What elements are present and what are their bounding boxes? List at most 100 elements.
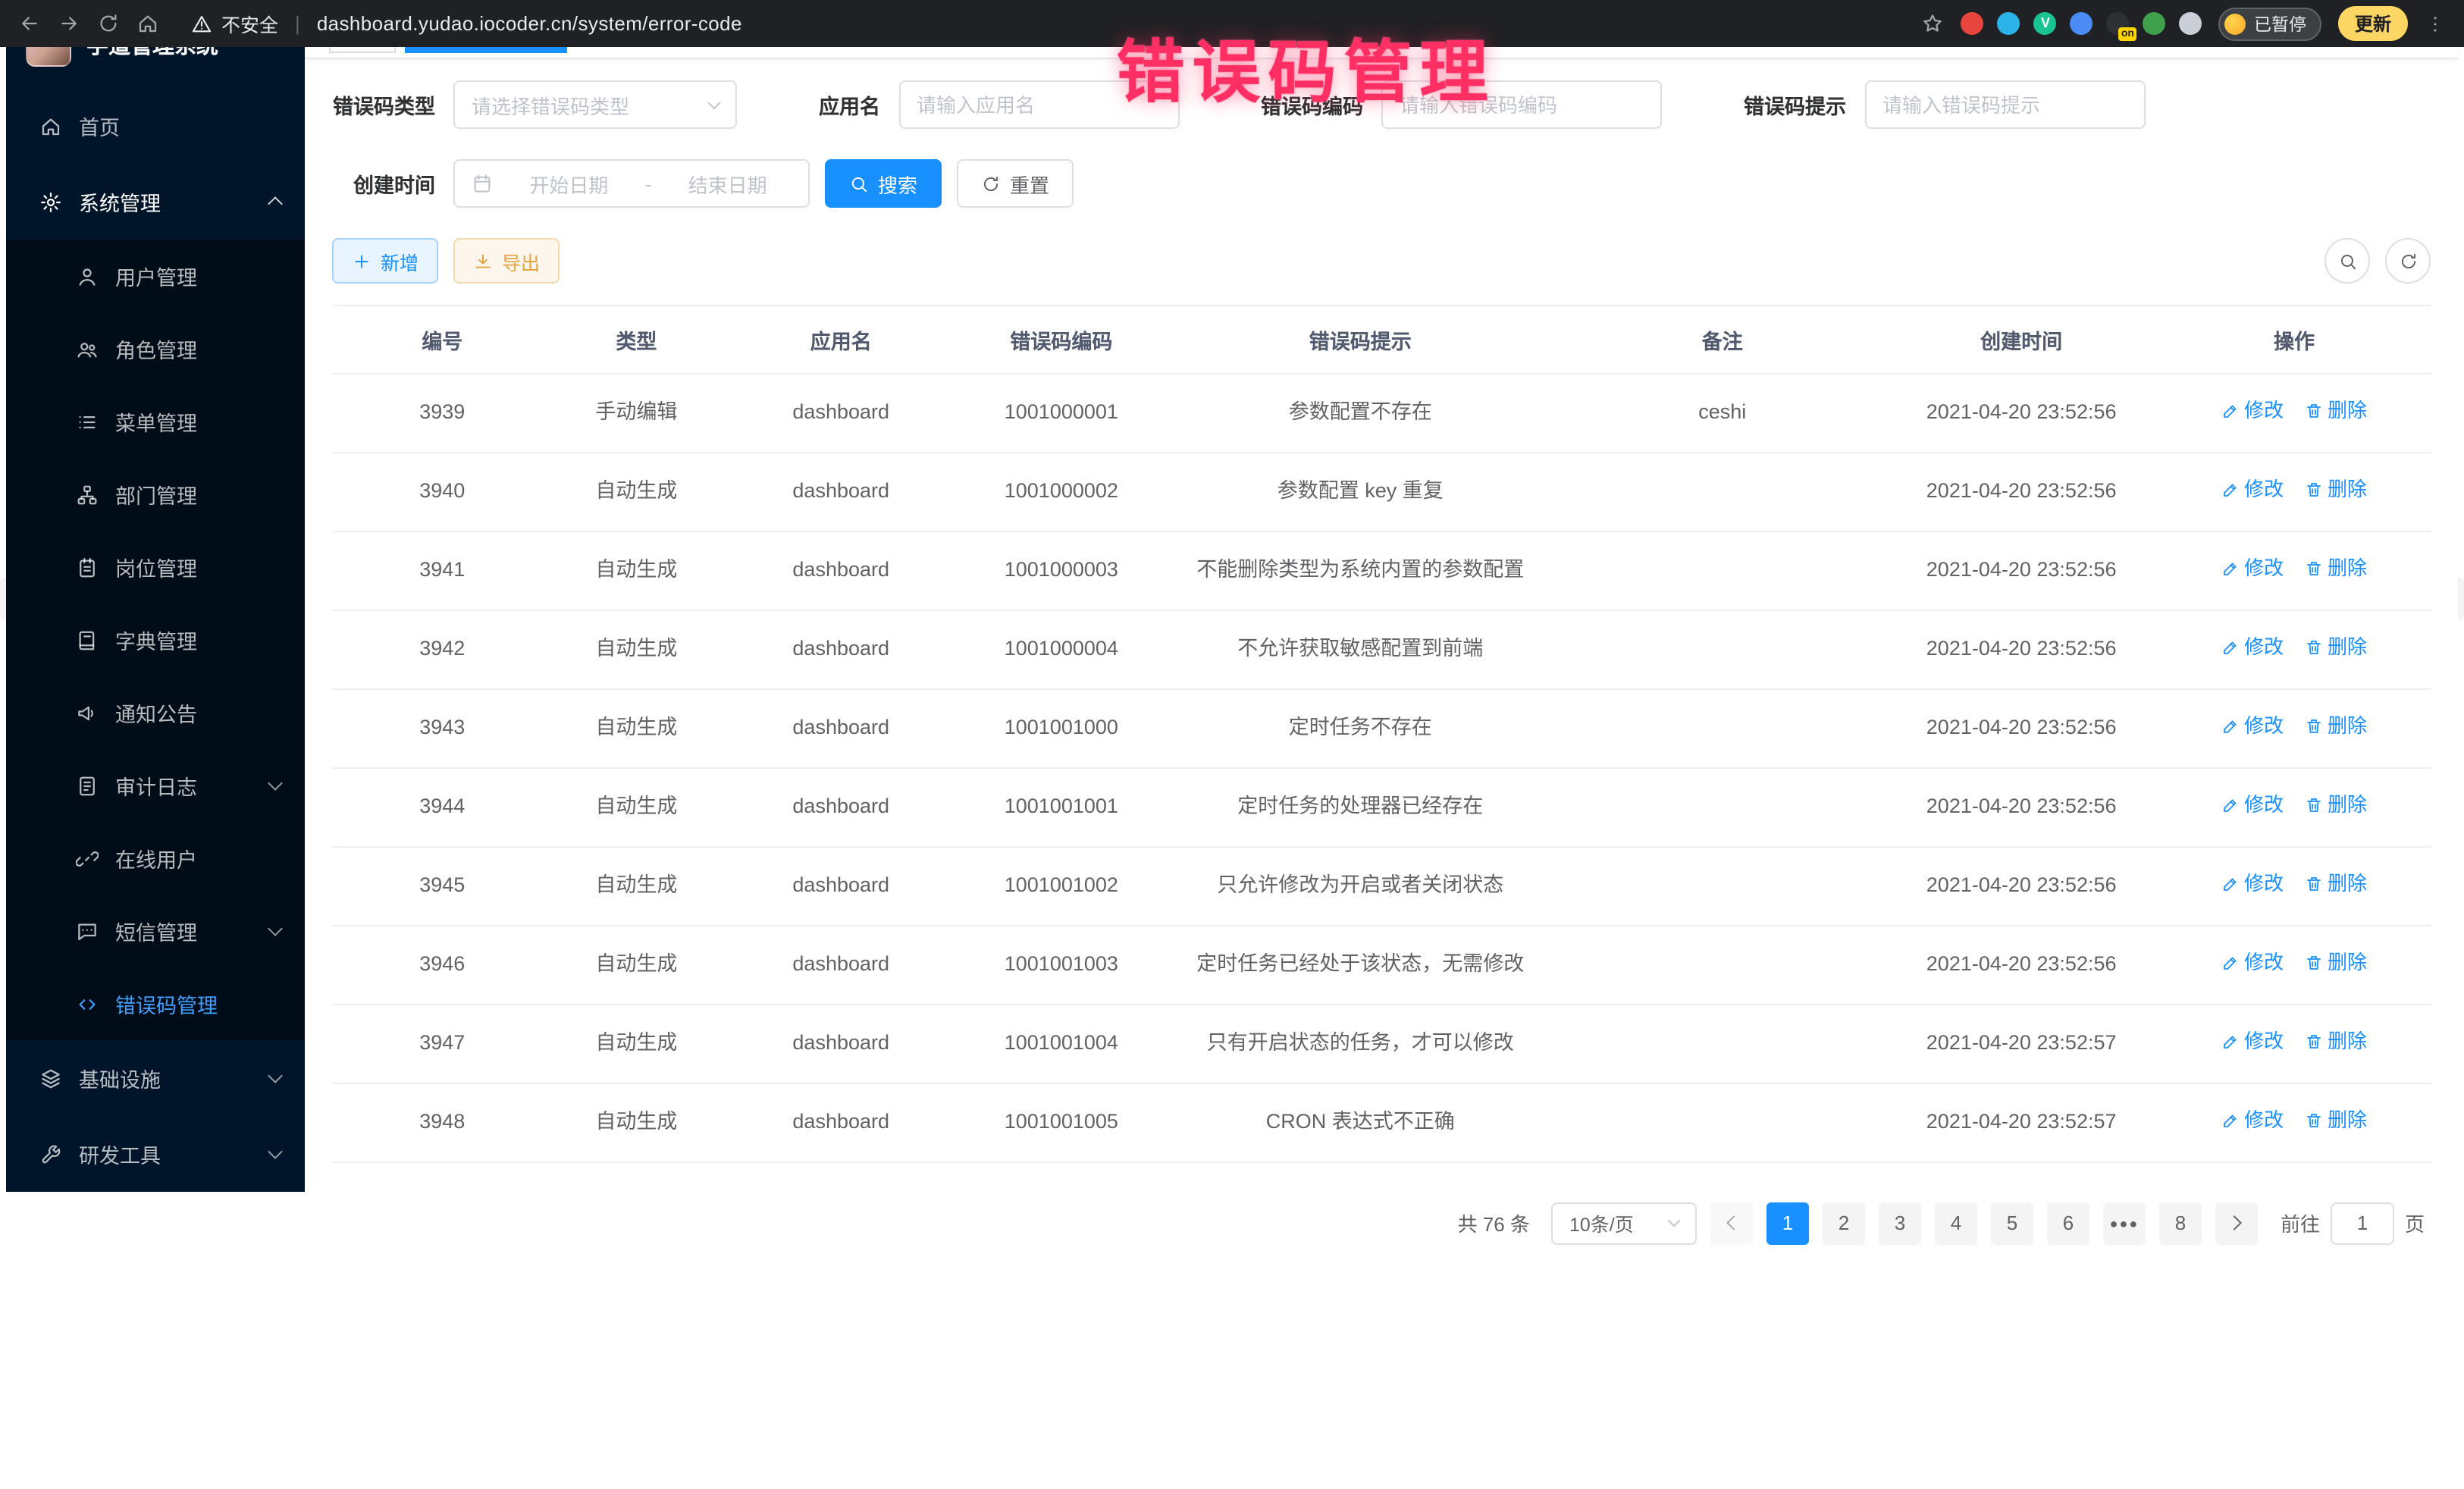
date-range-picker[interactable]: 开始日期 - 结束日期	[453, 159, 810, 208]
address-bar[interactable]: dashboard.yudao.iocoder.cn/system/error-…	[317, 12, 742, 35]
pagination-page-2[interactable]: 2	[1823, 1202, 1865, 1245]
edit-icon	[2221, 1033, 2240, 1051]
cell-id: 3947	[332, 1005, 553, 1083]
cell-code: 1001000004	[961, 610, 1161, 689]
edit-link[interactable]: 修改	[2221, 869, 2284, 899]
browser-home-icon[interactable]	[136, 12, 159, 35]
next-page-button[interactable]	[2215, 1202, 2258, 1245]
sidebar-item-error-code-management[interactable]: 错误码管理	[6, 967, 305, 1040]
cell-message: CRON 表达式不正确	[1161, 1083, 1560, 1162]
edit-link[interactable]: 修改	[2221, 632, 2284, 663]
sidebar-item-label: 部门管理	[115, 479, 281, 509]
browser-menu-icon[interactable]	[2425, 13, 2446, 34]
edit-link[interactable]: 修改	[2221, 1027, 2284, 1057]
extension-pin-icon[interactable]	[2180, 12, 2202, 35]
delete-link[interactable]: 删除	[2305, 711, 2367, 741]
sidebar-item-user-management[interactable]: 用户管理	[6, 240, 305, 312]
error-code-icon	[76, 992, 99, 1015]
pagination-page-3[interactable]: 3	[1879, 1202, 1921, 1245]
cell-actions: 修改删除	[2158, 926, 2431, 1005]
extension-on-badge-icon[interactable]: on	[2107, 12, 2130, 35]
pagination-page-1[interactable]: 1	[1766, 1202, 1809, 1245]
chevron-up-icon	[268, 196, 283, 212]
bookmark-star-icon[interactable]	[1922, 12, 1945, 35]
sidebar-item-role-management[interactable]: 角色管理	[6, 312, 305, 385]
delete-link[interactable]: 删除	[2305, 869, 2367, 899]
security-indicator[interactable]: 不安全	[191, 9, 278, 38]
browser-reload-icon[interactable]	[97, 12, 120, 35]
extension-drop-icon[interactable]	[1998, 12, 2020, 35]
search-button[interactable]: 搜索	[825, 159, 942, 208]
pagination-page-4[interactable]: 4	[1935, 1202, 1977, 1245]
cell-remark	[1560, 689, 1885, 768]
delete-link[interactable]: 删除	[2305, 1105, 2367, 1136]
sidebar-item-online-users[interactable]: 在线用户	[6, 822, 305, 895]
browser-profile-chip[interactable]: 已暂停	[2219, 7, 2321, 40]
goto-page-input[interactable]	[2331, 1202, 2394, 1245]
delete-link[interactable]: 删除	[2305, 632, 2367, 663]
sidebar-item-infrastructure[interactable]: 基础设施	[6, 1040, 305, 1116]
prev-page-button[interactable]	[1710, 1202, 1753, 1245]
delete-link[interactable]: 删除	[2305, 475, 2367, 505]
refresh-icon	[2398, 251, 2418, 271]
browser-forward-icon[interactable]	[58, 12, 80, 35]
toggle-search-button[interactable]	[2324, 238, 2370, 284]
cell-app: dashboard	[720, 1083, 961, 1162]
sidebar-item-audit-log[interactable]: 审计日志	[6, 749, 305, 822]
sidebar-item-label: 菜单管理	[115, 406, 281, 437]
sidebar-item-menu-management[interactable]: 菜单管理	[6, 385, 305, 458]
table-refresh-button[interactable]	[2385, 238, 2431, 284]
edit-link[interactable]: 修改	[2221, 553, 2284, 584]
main-area: 首页/系统管理/错误码管理 首页 错误码管理 ×	[305, 0, 2458, 1266]
cell-app: dashboard	[720, 847, 961, 926]
cell-type: 自动生成	[553, 610, 720, 689]
edit-link[interactable]: 修改	[2221, 396, 2284, 426]
pagination-page-5[interactable]: 5	[1991, 1202, 2033, 1245]
sidebar-item-dev-tools[interactable]: 研发工具	[6, 1116, 305, 1192]
extension-grid-icon[interactable]	[2071, 12, 2093, 35]
cell-actions: 修改删除	[2158, 453, 2431, 531]
sidebar-item-home[interactable]: 首页	[6, 88, 305, 164]
page-size-select[interactable]: 10条/页	[1551, 1202, 1697, 1245]
add-button[interactable]: 新增	[332, 238, 438, 284]
edit-link[interactable]: 修改	[2221, 711, 2284, 741]
audit-log-icon	[76, 774, 99, 797]
sidebar-item-dept-management[interactable]: 部门管理	[6, 458, 305, 531]
error-code-type-select[interactable]: 请选择错误码类型	[453, 80, 737, 129]
chrome-separator: |	[295, 12, 300, 35]
user-icon	[76, 265, 99, 287]
sidebar-item-post-management[interactable]: 岗位管理	[6, 531, 305, 603]
chevron-down-icon	[268, 1068, 283, 1083]
error-message-input[interactable]	[1866, 82, 2143, 127]
pagination-ellipsis[interactable]: ●●●	[2103, 1202, 2146, 1245]
sidebar-item-label: 错误码管理	[115, 989, 281, 1019]
pagination-page-6[interactable]: 6	[2047, 1202, 2089, 1245]
calendar-icon	[472, 173, 493, 194]
browser-back-icon[interactable]	[18, 12, 41, 35]
sidebar-item-sms-management[interactable]: 短信管理	[6, 895, 305, 967]
delete-link[interactable]: 删除	[2305, 1027, 2367, 1057]
extension-icons: Von	[1961, 12, 2202, 35]
edit-link[interactable]: 修改	[2221, 475, 2284, 505]
browser-update-button[interactable]: 更新	[2338, 6, 2408, 41]
extension-red-icon[interactable]	[1961, 12, 1984, 35]
delete-link[interactable]: 删除	[2305, 396, 2367, 426]
edit-link[interactable]: 修改	[2221, 948, 2284, 978]
delete-link[interactable]: 删除	[2305, 790, 2367, 820]
announcement-icon	[76, 701, 99, 724]
sidebar-item-dict-management[interactable]: 字典管理	[6, 603, 305, 676]
reset-button[interactable]: 重置	[957, 159, 1074, 208]
extension-leaf-icon[interactable]	[2143, 12, 2166, 35]
edit-link[interactable]: 修改	[2221, 790, 2284, 820]
cell-message: 只允许修改为开启或者关闭状态	[1161, 847, 1560, 926]
sidebar-item-notice-announcement[interactable]: 通知公告	[6, 676, 305, 749]
export-button[interactable]: 导出	[453, 238, 560, 284]
sidebar-item-label: 研发工具	[79, 1139, 253, 1169]
extension-green-v-icon[interactable]: V	[2034, 12, 2057, 35]
pagination-page-8[interactable]: 8	[2159, 1202, 2202, 1245]
edit-link[interactable]: 修改	[2221, 1105, 2284, 1136]
delete-link[interactable]: 删除	[2305, 948, 2367, 978]
delete-link[interactable]: 删除	[2305, 553, 2367, 584]
sidebar-item-system-management[interactable]: 系统管理	[6, 164, 305, 240]
dict-icon	[76, 629, 99, 651]
